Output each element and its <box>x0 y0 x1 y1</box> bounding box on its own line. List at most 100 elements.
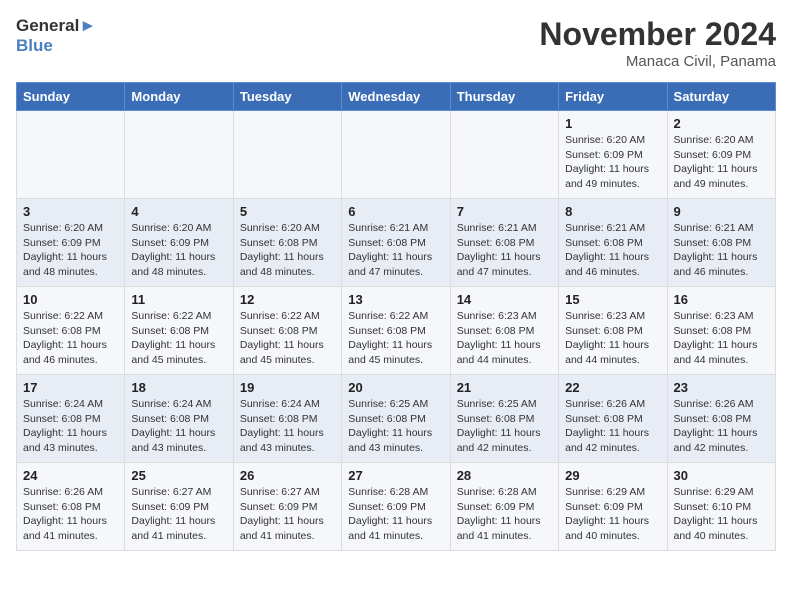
day-info: Sunrise: 6:25 AMSunset: 6:08 PMDaylight:… <box>348 397 443 456</box>
calendar-cell <box>342 111 450 199</box>
calendar-cell <box>125 111 233 199</box>
weekday-header-friday: Friday <box>559 83 667 111</box>
calendar-cell: 24Sunrise: 6:26 AMSunset: 6:08 PMDayligh… <box>17 463 125 551</box>
weekday-header-row: SundayMondayTuesdayWednesdayThursdayFrid… <box>17 83 776 111</box>
day-number: 23 <box>674 380 769 395</box>
day-number: 30 <box>674 468 769 483</box>
day-info: Sunrise: 6:23 AMSunset: 6:08 PMDaylight:… <box>457 309 552 368</box>
day-info: Sunrise: 6:27 AMSunset: 6:09 PMDaylight:… <box>240 485 335 544</box>
day-info: Sunrise: 6:20 AMSunset: 6:09 PMDaylight:… <box>131 221 226 280</box>
day-info: Sunrise: 6:21 AMSunset: 6:08 PMDaylight:… <box>674 221 769 280</box>
weekday-header-tuesday: Tuesday <box>233 83 341 111</box>
day-number: 25 <box>131 468 226 483</box>
day-info: Sunrise: 6:20 AMSunset: 6:09 PMDaylight:… <box>23 221 118 280</box>
day-info: Sunrise: 6:26 AMSunset: 6:08 PMDaylight:… <box>23 485 118 544</box>
calendar-cell: 18Sunrise: 6:24 AMSunset: 6:08 PMDayligh… <box>125 375 233 463</box>
calendar-cell: 3Sunrise: 6:20 AMSunset: 6:09 PMDaylight… <box>17 199 125 287</box>
logo-blue: Blue <box>16 36 53 55</box>
location-subtitle: Manaca Civil, Panama <box>539 53 776 70</box>
calendar-cell: 29Sunrise: 6:29 AMSunset: 6:09 PMDayligh… <box>559 463 667 551</box>
day-number: 22 <box>565 380 660 395</box>
calendar-week-row: 1 Sunrise: 6:20 AMSunset: 6:09 PMDaylight… <box>17 111 776 199</box>
day-info: Sunrise: 6:22 AMSunset: 6:08 PMDaylight:… <box>240 309 335 368</box>
calendar-week-row: 10 Sunrise: 6:22 AMSunset: 6:08 PMDayligh… <box>17 287 776 375</box>
calendar-cell: 5Sunrise: 6:20 AMSunset: 6:08 PMDaylight… <box>233 199 341 287</box>
day-number: 13 <box>348 292 443 307</box>
calendar-cell: 2 Sunrise: 6:20 AMSunset: 6:09 PMDaylight… <box>667 111 775 199</box>
day-info: Sunrise: 6:22 AMSunset: 6:08 PMDaylight:… <box>348 309 443 368</box>
day-info: Sunrise: 6:21 AMSunset: 6:08 PMDaylight:… <box>348 221 443 280</box>
day-info: Sunrise: 6:26 AMSunset: 6:08 PMDaylight:… <box>565 397 660 456</box>
day-number: 21 <box>457 380 552 395</box>
month-title: November 2024 <box>539 16 776 53</box>
calendar-week-row: 3Sunrise: 6:20 AMSunset: 6:09 PMDaylight… <box>17 199 776 287</box>
day-info: Sunrise: 6:25 AMSunset: 6:08 PMDaylight:… <box>457 397 552 456</box>
calendar-cell <box>450 111 558 199</box>
calendar-cell <box>17 111 125 199</box>
day-number: 11 <box>131 292 226 307</box>
day-info: Sunrise: 6:23 AMSunset: 6:08 PMDaylight:… <box>565 309 660 368</box>
weekday-header-monday: Monday <box>125 83 233 111</box>
calendar-week-row: 24Sunrise: 6:26 AMSunset: 6:08 PMDayligh… <box>17 463 776 551</box>
day-info: Sunrise: 6:23 AMSunset: 6:08 PMDaylight:… <box>674 309 769 368</box>
calendar-cell: 26 Sunrise: 6:27 AMSunset: 6:09 PMDayligh… <box>233 463 341 551</box>
day-info: Sunrise: 6:20 AMSunset: 6:08 PMDaylight:… <box>240 221 335 280</box>
calendar-cell: 12 Sunrise: 6:22 AMSunset: 6:08 PMDayligh… <box>233 287 341 375</box>
day-number: 6 <box>348 204 443 219</box>
day-info: Sunrise: 6:28 AMSunset: 6:09 PMDaylight:… <box>348 485 443 544</box>
day-number: 9 <box>674 204 769 219</box>
calendar-cell: 17 Sunrise: 6:24 AMSunset: 6:08 PMDayligh… <box>17 375 125 463</box>
calendar-cell: 16 Sunrise: 6:23 AMSunset: 6:08 PMDayligh… <box>667 287 775 375</box>
day-info: Sunrise: 6:21 AMSunset: 6:08 PMDaylight:… <box>565 221 660 280</box>
calendar-cell: 15 Sunrise: 6:23 AMSunset: 6:08 PMDayligh… <box>559 287 667 375</box>
weekday-header-thursday: Thursday <box>450 83 558 111</box>
day-number: 2 <box>674 116 769 131</box>
calendar-cell: 20Sunrise: 6:25 AMSunset: 6:08 PMDayligh… <box>342 375 450 463</box>
calendar-cell: 4Sunrise: 6:20 AMSunset: 6:09 PMDaylight… <box>125 199 233 287</box>
calendar-cell: 1Sunrise: 6:20 AMSunset: 6:09 PMDaylight… <box>559 111 667 199</box>
day-number: 16 <box>674 292 769 307</box>
day-number: 18 <box>131 380 226 395</box>
calendar-cell: 23 Sunrise: 6:26 AMSunset: 6:08 PMDayligh… <box>667 375 775 463</box>
calendar-cell: 7 Sunrise: 6:21 AMSunset: 6:08 PMDaylight… <box>450 199 558 287</box>
logo-icon-arrow: ► <box>79 16 96 35</box>
calendar-cell: 27Sunrise: 6:28 AMSunset: 6:09 PMDayligh… <box>342 463 450 551</box>
calendar-cell: 28 Sunrise: 6:28 AMSunset: 6:09 PMDayligh… <box>450 463 558 551</box>
day-info: Sunrise: 6:29 AMSunset: 6:10 PMDaylight:… <box>674 485 769 544</box>
day-info: Sunrise: 6:20 AMSunset: 6:09 PMDaylight:… <box>674 133 769 192</box>
calendar-cell: 30 Sunrise: 6:29 AMSunset: 6:10 PMDayligh… <box>667 463 775 551</box>
day-info: Sunrise: 6:24 AMSunset: 6:08 PMDaylight:… <box>23 397 118 456</box>
page-header: General► Blue November 2024 Manaca Civil… <box>16 16 776 70</box>
weekday-header-wednesday: Wednesday <box>342 83 450 111</box>
day-info: Sunrise: 6:22 AMSunset: 6:08 PMDaylight:… <box>131 309 226 368</box>
weekday-header-saturday: Saturday <box>667 83 775 111</box>
day-number: 15 <box>565 292 660 307</box>
calendar-cell: 8 Sunrise: 6:21 AMSunset: 6:08 PMDaylight… <box>559 199 667 287</box>
day-number: 17 <box>23 380 118 395</box>
calendar-cell: 9 Sunrise: 6:21 AMSunset: 6:08 PMDaylight… <box>667 199 775 287</box>
day-info: Sunrise: 6:21 AMSunset: 6:08 PMDaylight:… <box>457 221 552 280</box>
calendar-cell: 13 Sunrise: 6:22 AMSunset: 6:08 PMDayligh… <box>342 287 450 375</box>
day-number: 14 <box>457 292 552 307</box>
title-block: November 2024 Manaca Civil, Panama <box>539 16 776 70</box>
calendar-cell: 10 Sunrise: 6:22 AMSunset: 6:08 PMDayligh… <box>17 287 125 375</box>
day-number: 12 <box>240 292 335 307</box>
day-number: 8 <box>565 204 660 219</box>
day-info: Sunrise: 6:28 AMSunset: 6:09 PMDaylight:… <box>457 485 552 544</box>
day-number: 19 <box>240 380 335 395</box>
calendar-cell: 19Sunrise: 6:24 AMSunset: 6:08 PMDayligh… <box>233 375 341 463</box>
day-number: 1 <box>565 116 660 131</box>
calendar-cell: 14 Sunrise: 6:23 AMSunset: 6:08 PMDayligh… <box>450 287 558 375</box>
logo: General► Blue <box>16 16 96 57</box>
calendar-cell: 21 Sunrise: 6:25 AMSunset: 6:08 PMDayligh… <box>450 375 558 463</box>
day-info: Sunrise: 6:22 AMSunset: 6:08 PMDaylight:… <box>23 309 118 368</box>
day-number: 7 <box>457 204 552 219</box>
day-number: 26 <box>240 468 335 483</box>
calendar-table: SundayMondayTuesdayWednesdayThursdayFrid… <box>16 82 776 551</box>
day-info: Sunrise: 6:29 AMSunset: 6:09 PMDaylight:… <box>565 485 660 544</box>
day-number: 28 <box>457 468 552 483</box>
day-info: Sunrise: 6:26 AMSunset: 6:08 PMDaylight:… <box>674 397 769 456</box>
day-number: 10 <box>23 292 118 307</box>
calendar-cell: 25Sunrise: 6:27 AMSunset: 6:09 PMDayligh… <box>125 463 233 551</box>
calendar-cell <box>233 111 341 199</box>
